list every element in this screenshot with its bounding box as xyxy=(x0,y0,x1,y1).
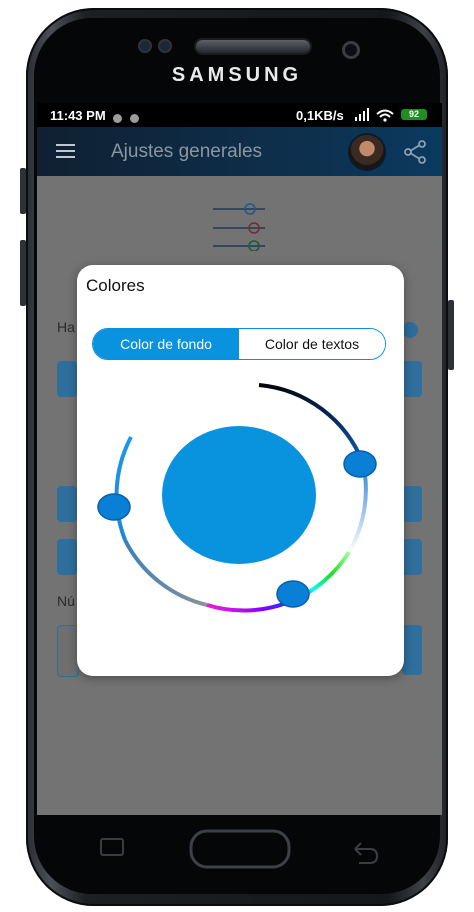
network-rate: 0,1KB/s xyxy=(296,108,344,123)
page-title: Ajustes generales xyxy=(111,141,263,162)
hardware-nav-bar xyxy=(100,829,379,869)
background-card xyxy=(57,539,77,575)
hamburger-menu-icon[interactable] xyxy=(56,144,75,158)
notification-dot-icon xyxy=(113,114,122,123)
signal-wifi-icon xyxy=(355,108,394,122)
volume-up-button xyxy=(20,168,26,214)
front-camera-icon xyxy=(342,41,360,59)
hue-handle[interactable] xyxy=(276,580,310,608)
background-card xyxy=(402,486,422,522)
avatar[interactable] xyxy=(350,135,384,169)
battery-icon: 92 xyxy=(401,109,427,120)
background-label: Ha xyxy=(57,319,75,335)
background-card xyxy=(57,486,77,522)
background-card xyxy=(402,361,422,397)
colors-dialog: Colores Color de fondo Color de textos xyxy=(77,265,404,676)
app-bar: Ajustes generales xyxy=(37,127,442,176)
status-bar: 11:43 PM 0,1KB/s 92 xyxy=(37,103,442,127)
notification-dot-icon xyxy=(130,114,139,123)
background-card xyxy=(402,625,422,675)
color-preview xyxy=(162,426,316,564)
volume-down-button xyxy=(20,240,26,306)
home-button xyxy=(189,829,291,869)
status-time: 11:43 PM xyxy=(50,108,106,123)
color-wheel[interactable] xyxy=(77,265,404,676)
notification-icons xyxy=(113,111,147,126)
sensor-icon xyxy=(158,39,172,53)
recent-apps-icon xyxy=(100,838,124,856)
background-toggle xyxy=(402,322,418,338)
ring-segment-blue[interactable] xyxy=(114,436,133,541)
background-label: Nú xyxy=(57,593,75,609)
background-card xyxy=(402,539,422,575)
saturation-handle[interactable] xyxy=(343,450,377,478)
power-button xyxy=(448,300,454,370)
earpiece-speaker xyxy=(196,40,310,53)
filters-icon xyxy=(213,203,265,251)
background-card xyxy=(57,361,77,397)
sensor-icon xyxy=(138,39,152,53)
background-card xyxy=(57,625,79,677)
brand-logo: SAMSUNG xyxy=(171,64,303,86)
share-icon[interactable] xyxy=(403,140,427,164)
brightness-handle[interactable] xyxy=(97,493,131,521)
back-icon xyxy=(354,842,379,864)
